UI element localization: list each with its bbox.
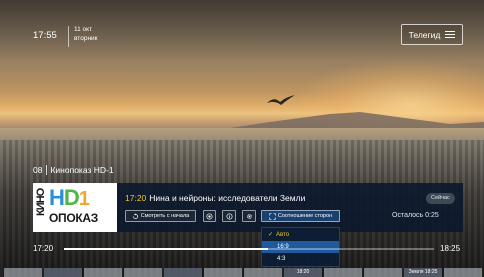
restart-button[interactable]: Смотреть с начала: [125, 210, 196, 222]
thumbnail-item[interactable]: [364, 268, 402, 277]
teleguide-label: Телегид: [408, 29, 441, 40]
thumbnail-item[interactable]: 18:20: [284, 268, 322, 277]
thumbnail-item[interactable]: [324, 268, 362, 277]
aspect-option-16-9[interactable]: 16:9: [262, 241, 339, 253]
aspect-ratio-button[interactable]: Соотношение сторон: [261, 210, 340, 222]
thumbnail-item[interactable]: [244, 268, 282, 277]
record-icon: [206, 213, 213, 219]
restart-label: Смотреть с начала: [140, 213, 190, 219]
program-start-time: 17:20: [125, 193, 147, 203]
aspect-ratio-icon: [269, 212, 276, 220]
progress-end-time: 18:25: [440, 244, 461, 253]
settings-button[interactable]: [242, 210, 256, 222]
channel-logo: КИНО HD1 ОПОКАЗ: [33, 183, 117, 232]
aspect-ratio-label: Соотношение сторон: [277, 213, 333, 219]
thumbnail-item[interactable]: [84, 268, 122, 277]
hamburger-menu-icon: [445, 30, 456, 39]
thumbnail-item[interactable]: [444, 268, 482, 277]
progress-start-time: 17:20: [33, 244, 54, 253]
time-remaining: Осталось 0:25: [392, 212, 439, 219]
restart-icon: [132, 212, 138, 219]
tv-player-screen: 17:55 11 окт вторник Телегид 08 Кинопока…: [0, 0, 484, 277]
record-button[interactable]: [203, 210, 216, 222]
program-thumbnail-strip: 18:20Земля 18:2522:10: [0, 268, 484, 277]
info-icon: [226, 213, 232, 219]
program-title: Нина и нейроны: исследователи Земли: [149, 193, 306, 203]
gear-icon: [246, 213, 252, 219]
aspect-option-auto[interactable]: ✓ Авто: [262, 229, 339, 241]
thumbnail-item[interactable]: Земля 18:25: [404, 268, 442, 277]
thumbnail-item[interactable]: [124, 268, 162, 277]
clock-divider: [68, 26, 69, 47]
progress-fill: [64, 248, 268, 250]
info-button[interactable]: [222, 210, 236, 222]
thumbnail-item[interactable]: [164, 268, 202, 277]
channel-divider: [46, 165, 48, 175]
aspect-option-4-3[interactable]: 4:3: [262, 253, 339, 265]
check-icon: ✓: [268, 232, 274, 238]
seagull-icon: [267, 95, 295, 105]
progress-bar[interactable]: [64, 248, 434, 250]
channel-name: Кинопоказ HD-1: [50, 165, 114, 175]
channel-title: 08 Кинопоказ HD-1: [33, 165, 114, 175]
teleguide-button[interactable]: Телегид: [401, 24, 463, 45]
thumbnail-item[interactable]: [4, 268, 42, 277]
date-block: 11 окт вторник: [74, 25, 98, 43]
thumbnail-item[interactable]: [204, 268, 242, 277]
date-day: 11 окт: [74, 26, 93, 33]
logo-opokaz-text: ОПОКАЗ: [49, 211, 99, 225]
thumbnail-item[interactable]: [44, 268, 82, 277]
logo-kino-text: КИНО: [35, 188, 47, 216]
clock-time: 17:55: [33, 30, 57, 41]
now-badge: Сейчас: [426, 193, 455, 204]
program-title-line: 17:20 Нина и нейроны: исследователи Земли: [125, 193, 305, 203]
date-weekday: вторник: [74, 35, 98, 42]
channel-number: 08: [33, 165, 43, 175]
aspect-ratio-menu: ✓ Авто 16:9 4:3: [261, 227, 340, 267]
logo-hd-text: HD1: [49, 185, 90, 211]
